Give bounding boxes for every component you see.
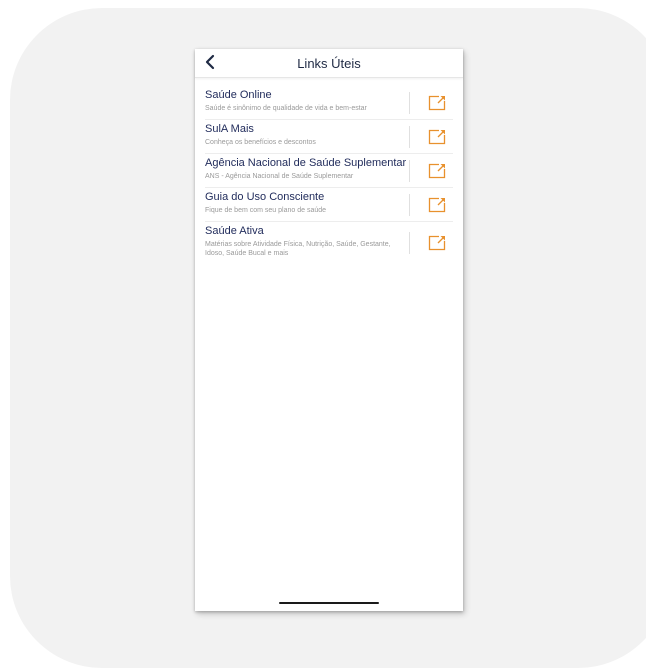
external-link-icon[interactable] bbox=[428, 235, 446, 251]
link-item-title: Agência Nacional de Saúde Suplementar bbox=[205, 157, 407, 169]
link-item-title: Saúde Online bbox=[205, 89, 272, 101]
external-link-icon[interactable] bbox=[428, 95, 446, 111]
vertical-divider bbox=[409, 91, 410, 114]
link-item-action[interactable] bbox=[409, 222, 453, 264]
link-item-sula-mais[interactable]: SulA Mais Conheça os benefícios e descon… bbox=[205, 120, 453, 154]
vertical-divider bbox=[409, 159, 410, 182]
link-item-text: Saúde Ativa Matérias sobre Atividade Fís… bbox=[205, 222, 409, 264]
external-link-icon[interactable] bbox=[428, 163, 446, 179]
link-item-title: SulA Mais bbox=[205, 123, 254, 135]
link-item-guia-uso-consciente[interactable]: Guia do Uso Consciente Fique de bem com … bbox=[205, 188, 453, 222]
link-item-action[interactable] bbox=[409, 188, 453, 221]
link-item-saude-online[interactable]: Saúde Online Saúde é sinônimo de qualida… bbox=[205, 86, 453, 120]
link-item-action[interactable] bbox=[409, 120, 453, 153]
vertical-divider bbox=[409, 232, 410, 254]
link-item-text: Agência Nacional de Saúde Suplementar AN… bbox=[205, 154, 409, 187]
link-item-description: ANS - Agência Nacional de Saúde Suplemen… bbox=[205, 173, 354, 180]
vertical-divider bbox=[409, 193, 410, 216]
link-item-ans[interactable]: Agência Nacional de Saúde Suplementar AN… bbox=[205, 154, 453, 188]
vertical-divider bbox=[409, 125, 410, 148]
link-item-title: Guia do Uso Consciente bbox=[205, 191, 325, 203]
home-indicator[interactable] bbox=[279, 602, 379, 604]
link-item-description: Saúde é sinônimo de qualidade de vida e … bbox=[205, 105, 367, 112]
links-list: Saúde Online Saúde é sinônimo de qualida… bbox=[195, 86, 463, 264]
link-item-description: Matérias sobre Atividade Física, Nutriçã… bbox=[205, 241, 391, 257]
external-link-icon[interactable] bbox=[428, 197, 446, 213]
link-item-action[interactable] bbox=[409, 86, 453, 119]
link-item-text: SulA Mais Conheça os benefícios e descon… bbox=[205, 120, 409, 153]
phone-screen: Links Úteis Saúde Online Saúde é sinônim… bbox=[195, 49, 463, 611]
page-title: Links Úteis bbox=[297, 56, 361, 71]
link-item-title: Saúde Ativa bbox=[205, 225, 264, 237]
link-item-saude-ativa[interactable]: Saúde Ativa Matérias sobre Atividade Fís… bbox=[205, 222, 453, 264]
link-item-text: Saúde Online Saúde é sinônimo de qualida… bbox=[205, 86, 409, 119]
link-item-text: Guia do Uso Consciente Fique de bem com … bbox=[205, 188, 409, 221]
link-item-action[interactable] bbox=[409, 154, 453, 187]
link-item-description: Fique de bem com seu plano de saúde bbox=[205, 207, 327, 214]
link-item-description: Conheça os benefícios e descontos bbox=[205, 139, 316, 146]
nav-header: Links Úteis bbox=[195, 49, 463, 78]
external-link-icon[interactable] bbox=[428, 129, 446, 145]
